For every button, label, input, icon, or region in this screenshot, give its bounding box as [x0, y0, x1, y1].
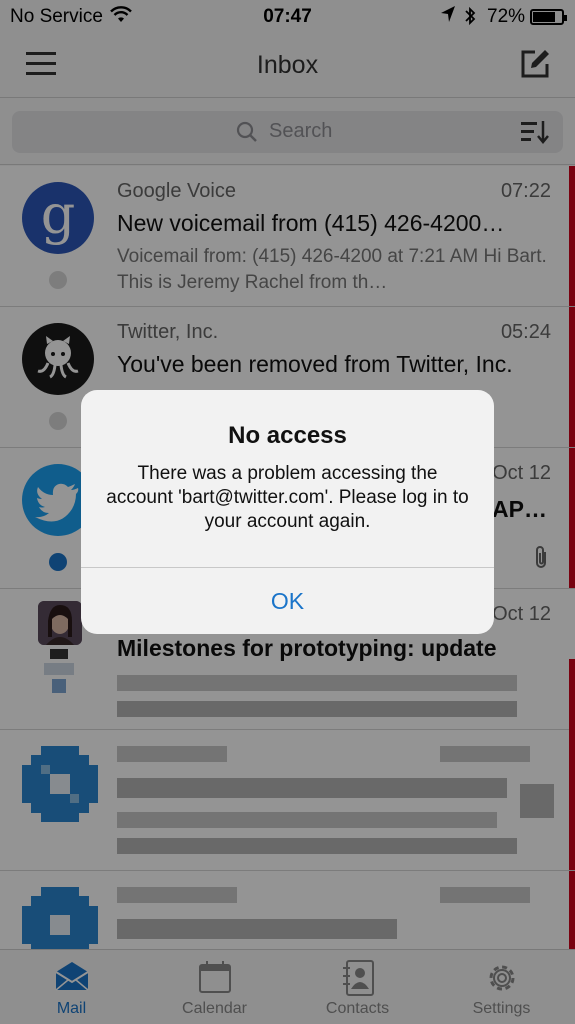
- no-access-alert: No access There was a problem accessing …: [81, 390, 494, 634]
- alert-message: There was a problem accessing the accoun…: [106, 463, 469, 532]
- ok-button[interactable]: OK: [81, 568, 494, 634]
- alert-title: No access: [228, 422, 347, 449]
